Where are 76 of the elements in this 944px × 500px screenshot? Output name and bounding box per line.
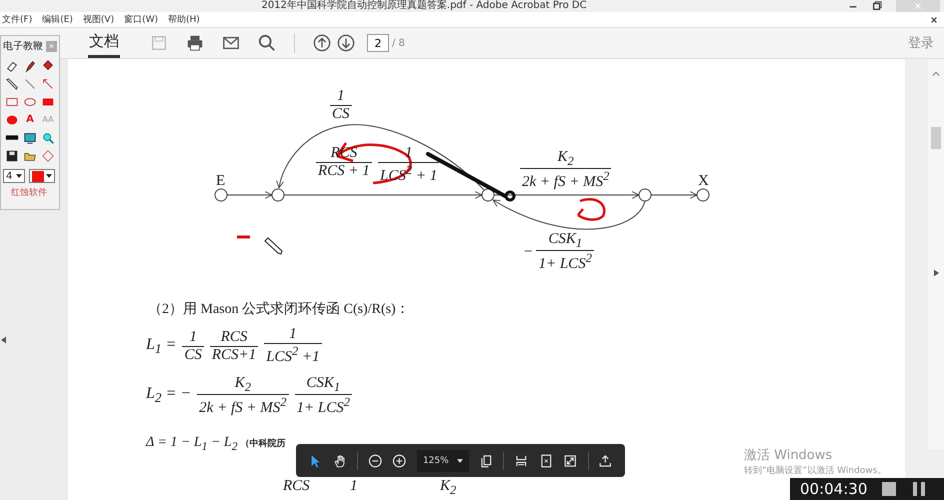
graph-node (696, 188, 710, 202)
activation-hint: 转到“电脑设置”以激活 Windows。 (744, 464, 886, 477)
caret-icon (16, 174, 22, 178)
page-count: / 8 (392, 38, 405, 48)
restore-icon[interactable] (872, 1, 882, 11)
equation-lhs: L$_{1}$ = (146, 336, 176, 357)
branch-gain: 1 CS (330, 88, 352, 124)
menu-item[interactable]: 视图(V) (82, 13, 114, 26)
pause-icon[interactable] (911, 481, 928, 497)
pen-stroke (576, 198, 606, 221)
source-note: （中科院历 (240, 437, 286, 450)
search-icon[interactable] (258, 34, 276, 52)
close-icon (914, 2, 922, 10)
menu-item[interactable]: 窗口(W) (124, 13, 158, 26)
arrow-icon[interactable] (41, 77, 55, 91)
color-dropdown[interactable] (29, 169, 55, 183)
search-icon[interactable] (41, 131, 55, 145)
stop-icon[interactable] (881, 481, 898, 497)
panel-title: 电子教鞭 (3, 40, 43, 53)
scrollbar[interactable] (928, 59, 944, 449)
branch-gain: K$_{2}$ 2k + fS + MS$^{2}$ (520, 149, 612, 192)
scroll-left-icon[interactable] (1, 336, 6, 344)
print-icon[interactable] (186, 34, 204, 52)
fraction: CSK$_{1}$ 1+ LCS$^{2}$ (294, 374, 352, 418)
page-number-field[interactable]: 2 (367, 34, 389, 52)
section-heading: （2）用 Mason 公式求闭环传函 C(s)/R(s)： (148, 300, 411, 318)
fraction: 1 CS (182, 328, 204, 364)
scroll-up-icon[interactable] (932, 71, 940, 77)
menu-item[interactable]: 文件(F) (2, 13, 32, 26)
numerator: K$_{2}$ (440, 478, 456, 496)
fraction: K$_{2}$ 2k + fS + MS$^{2}$ (197, 374, 288, 418)
caret-icon (46, 174, 52, 178)
line-width-dropdown[interactable]: 4 (3, 169, 25, 183)
fit-page-icon[interactable] (538, 452, 554, 470)
graph-node (214, 188, 228, 202)
zoom-out-icon[interactable] (368, 452, 382, 470)
rectangle-icon[interactable] (5, 95, 19, 109)
branch-gain: CSK$_{1}$ 1+ LCS$^{2}$ (536, 231, 594, 274)
menu-item[interactable]: 编辑(E) (42, 13, 73, 26)
close-icon[interactable] (930, 16, 938, 24)
branch-arrow (226, 191, 272, 199)
pencil-cursor-icon (264, 237, 283, 255)
brand-label: 红蚀软件 (10, 186, 48, 199)
line-icon[interactable] (23, 77, 37, 91)
caret-icon (456, 458, 463, 462)
minus-sign: − (524, 244, 532, 261)
arrow-up-icon[interactable] (313, 34, 331, 52)
node-label: E (216, 173, 226, 190)
graph-node (638, 188, 652, 202)
numerator: 1 (350, 478, 358, 496)
filled-ellipse-icon[interactable] (5, 113, 19, 127)
graph-node (272, 188, 284, 202)
save-icon[interactable] (5, 149, 19, 163)
arrow-down-icon[interactable] (337, 34, 355, 52)
ellipse-icon[interactable] (23, 95, 37, 109)
branch-arrow (650, 191, 698, 199)
graph-node (482, 188, 494, 202)
recording-timer: 00:04:30 (800, 480, 868, 498)
fraction: 1 LCS$^{2}$ +1 (264, 326, 322, 366)
scrollbar-thumb[interactable] (931, 127, 941, 149)
delta-formula: Δ = 1 − L$_{1}$ − L$_{2}$ (146, 435, 238, 453)
fraction: RCS RCS+1 (210, 328, 258, 364)
text-tool[interactable]: A (26, 113, 34, 127)
zoom-dropdown[interactable]: 125% (416, 450, 469, 472)
pen-dot (504, 190, 516, 202)
activation-title: 激活 Windows (744, 447, 834, 464)
menu-item[interactable]: 帮助(H) (168, 13, 200, 26)
numerator: RCS (283, 478, 310, 496)
mail-icon[interactable] (222, 34, 240, 52)
scroll-right-icon[interactable] (934, 269, 938, 277)
pen-stroke (237, 236, 250, 238)
node-label: X (698, 173, 709, 190)
pencil-icon[interactable] (5, 77, 19, 91)
zoom-in-icon[interactable] (392, 452, 407, 470)
screen-icon[interactable] (23, 131, 37, 145)
equation-lhs: L$_{2}$ = − (146, 385, 192, 406)
